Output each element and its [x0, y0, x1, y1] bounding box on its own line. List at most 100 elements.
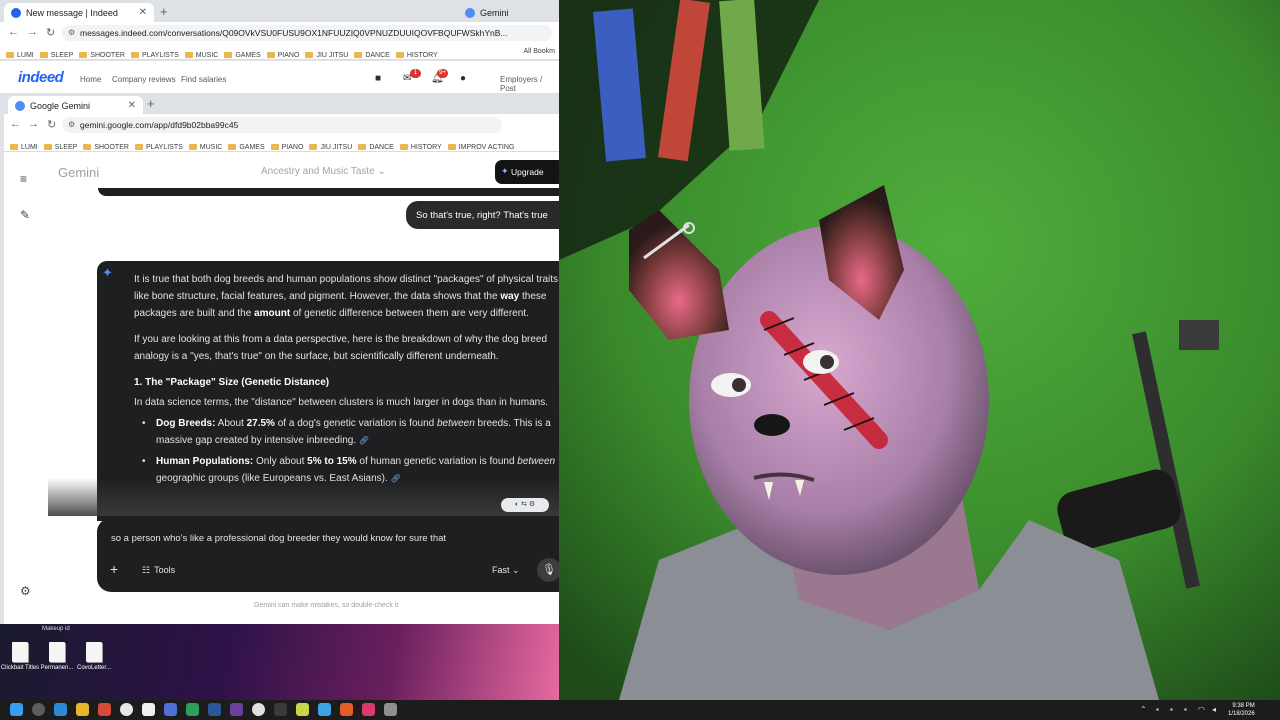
inner-address-bar[interactable]: ⚙ gemini.google.com/app/dfd9b02bba99c45	[62, 117, 502, 133]
bookmark-item[interactable]: PLAYLISTS	[134, 144, 183, 151]
tab-google-gemini[interactable]: Google Gemini ✕	[8, 96, 143, 115]
bookmark-item[interactable]: JIU JITSU	[305, 52, 348, 59]
forward-icon[interactable]: →	[28, 118, 39, 130]
bookmark-item[interactable]: SLEEP	[43, 144, 77, 151]
response-paragraph-3: In data science terms, the "distance" be…	[134, 397, 548, 408]
tray-app-icon[interactable]: ▪	[1170, 705, 1173, 714]
bookmark-label: SLEEP	[50, 52, 74, 59]
floating-tools-pill[interactable]: ◐ ⇆ ⚙	[501, 498, 549, 512]
prompt-input[interactable]: so a person who's like a professional do…	[111, 533, 446, 544]
excel-icon[interactable]	[186, 703, 199, 716]
back-icon[interactable]: ←	[8, 26, 19, 38]
menu-icon[interactable]: ≡	[20, 172, 27, 186]
indeed-salaries-link[interactable]: Find salaries	[181, 75, 226, 84]
tray-arrow-icon[interactable]: ⌃	[1140, 705, 1147, 714]
reload-icon[interactable]: ↻	[47, 118, 56, 131]
folder-icon	[399, 144, 408, 150]
bookmark-item[interactable]: PIANO	[266, 52, 300, 59]
response-heading: 1. The "Package" Size (Genetic Distance)	[134, 377, 330, 388]
app-icon[interactable]	[384, 703, 397, 716]
indeed-home-link[interactable]: Home	[80, 75, 101, 84]
search-icon[interactable]	[32, 703, 45, 716]
desktop-file[interactable]: Permanen...	[37, 642, 77, 672]
bookmark-item[interactable]: PLAYLISTS	[130, 52, 179, 59]
tray-app-icon[interactable]: ▪	[1184, 705, 1187, 714]
bookmark-item[interactable]: JIU JITSU	[309, 144, 352, 151]
bookmark-item[interactable]: GAMES	[228, 144, 265, 151]
bookmark-label: PLAYLISTS	[145, 144, 183, 151]
word-icon[interactable]	[208, 703, 221, 716]
desktop-file[interactable]: CovoLetter...	[74, 642, 114, 672]
bookmark-item[interactable]: HISTORY	[395, 52, 438, 59]
chrome-icon[interactable]	[120, 703, 133, 716]
bookmark-item[interactable]: SHOOTER	[83, 144, 129, 151]
bookmark-item[interactable]: PIANO	[270, 144, 303, 151]
settings-gear-icon[interactable]: ⚙	[20, 584, 31, 598]
mode-selector[interactable]: Fast ⌄	[492, 565, 520, 576]
bookmark-item[interactable]: LUMI	[10, 144, 38, 151]
all-bookmarks[interactable]: All Bookm	[523, 48, 555, 55]
file-explorer-icon[interactable]	[76, 703, 89, 716]
close-tab-icon[interactable]: ✕	[128, 100, 136, 111]
indeed-logo[interactable]: indeed	[18, 69, 64, 86]
app-icon[interactable]	[164, 703, 177, 716]
app-icon[interactable]	[98, 703, 111, 716]
app-icon[interactable]	[230, 703, 243, 716]
close-tab-icon[interactable]: ✕	[139, 7, 147, 18]
bookmark-icon[interactable]: ■	[375, 73, 381, 84]
taskbar-clock[interactable]: 9:38 PM 1/18/2026	[1228, 702, 1255, 718]
upgrade-button[interactable]: ✦ Upgrade	[495, 160, 559, 184]
new-chat-icon[interactable]: ✎	[20, 208, 30, 222]
bookmark-item[interactable]: DANCE	[358, 144, 394, 151]
bookmark-item[interactable]: SLEEP	[39, 52, 74, 59]
gemini-brand[interactable]: Gemini	[58, 165, 99, 180]
back-icon[interactable]: ←	[10, 118, 21, 130]
app-icon[interactable]	[362, 703, 375, 716]
edge-icon[interactable]	[54, 703, 67, 716]
app-icon[interactable]	[340, 703, 353, 716]
chevron-down-icon: ⌄	[512, 565, 520, 575]
conversation-title[interactable]: Ancestry and Music Taste ⌄	[261, 166, 386, 177]
tools-button[interactable]: ☷ Tools	[142, 565, 175, 576]
add-attachment-icon[interactable]: +	[110, 561, 118, 577]
app-icon[interactable]	[252, 703, 265, 716]
app-icon[interactable]	[296, 703, 309, 716]
bookmark-item[interactable]: MUSIC	[184, 52, 218, 59]
text-run: of genetic difference between them are v…	[290, 308, 529, 319]
desktop-file[interactable]: Clickbait Titles	[0, 642, 40, 672]
reload-icon[interactable]: ↻	[46, 26, 55, 39]
folder-icon	[228, 144, 237, 150]
new-tab-icon[interactable]: +	[160, 4, 168, 19]
bookmark-item[interactable]: IMPROV ACTING	[447, 144, 514, 151]
employers-link[interactable]: Employers / Post	[500, 75, 559, 93]
prompt-box[interactable]: so a person who's like a professional do…	[97, 518, 559, 592]
outer-address-bar[interactable]: ⚙ messages.indeed.com/conversations/Q09O…	[62, 25, 552, 41]
forward-icon[interactable]: →	[27, 26, 38, 38]
bookmark-item[interactable]: DANCE	[354, 52, 390, 59]
bookmark-item[interactable]: GAMES	[224, 52, 261, 59]
profile-icon[interactable]: ●	[460, 73, 466, 84]
microphone-icon[interactable]: 🎙︎	[537, 558, 559, 582]
new-tab-icon[interactable]: +	[147, 96, 155, 111]
bookmark-item[interactable]: MUSIC	[188, 144, 222, 151]
folder-icon	[447, 144, 456, 150]
wifi-icon[interactable]: ◠	[1198, 705, 1205, 714]
bookmark-label: PIANO	[277, 52, 300, 59]
indeed-favicon-icon	[11, 8, 21, 18]
bookmark-item[interactable]: LUMI	[6, 52, 34, 59]
outer-toolbar: ← → ↻ ⚙ messages.indeed.com/conversation…	[0, 22, 559, 44]
tab-gemini[interactable]: Gemini	[458, 3, 538, 22]
volume-icon[interactable]: ◂	[1212, 705, 1216, 714]
app-icon[interactable]	[318, 703, 331, 716]
notepad-icon[interactable]	[142, 703, 155, 716]
bookmark-item[interactable]: HISTORY	[399, 144, 442, 151]
start-windows-icon[interactable]	[10, 703, 23, 716]
folder-icon	[6, 52, 14, 58]
app-icon[interactable]	[274, 703, 287, 716]
indeed-company-reviews-link[interactable]: Company reviews	[112, 75, 176, 84]
source-link-icon[interactable]: 🔗︎	[359, 436, 369, 445]
tray-app-icon[interactable]: ▪	[1156, 705, 1159, 714]
inner-toolbar: ← → ↻ ⚙ gemini.google.com/app/dfd9b02bba…	[4, 114, 559, 136]
tab-indeed[interactable]: New message | Indeed ✕	[4, 3, 154, 22]
bookmark-item[interactable]: SHOOTER	[79, 52, 125, 59]
